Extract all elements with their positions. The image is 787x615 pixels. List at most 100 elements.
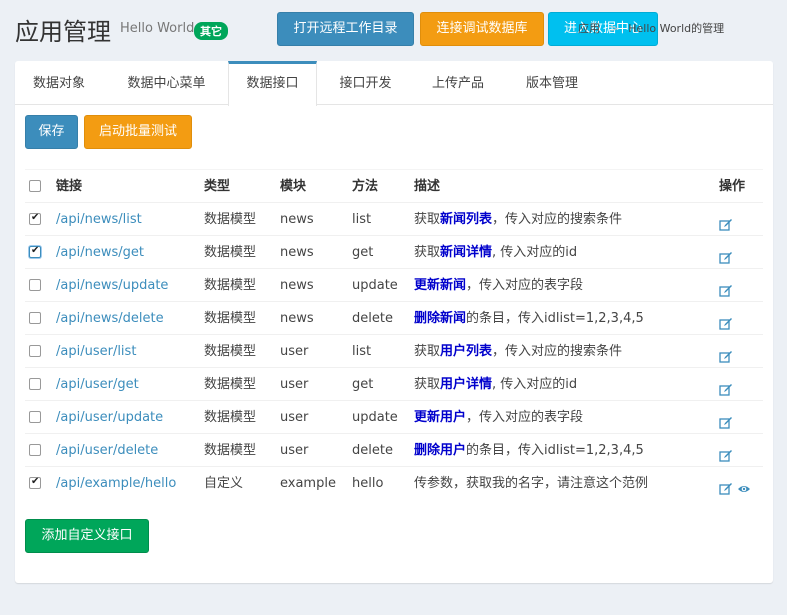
edit-icon[interactable] <box>719 443 733 462</box>
interface-method: get <box>352 377 374 392</box>
description-prefix: 获取 <box>414 212 441 227</box>
breadcrumb-current: Hello World的管理 <box>628 22 725 35</box>
description-suffix: ，传入对应的表字段 <box>466 278 584 293</box>
row-checkbox[interactable] <box>29 345 41 357</box>
description-prefix: 获取 <box>414 344 441 359</box>
interface-description: 获取新闻列表，传入对应的搜索条件 <box>414 203 622 236</box>
edit-icon[interactable] <box>719 377 733 396</box>
interface-link[interactable]: /api/user/get <box>56 368 139 401</box>
interface-link[interactable]: /api/user/delete <box>56 434 158 467</box>
interface-method: list <box>352 212 372 227</box>
description-emphasis: 删除新闻 <box>414 311 467 326</box>
description-emphasis: 更新用户 <box>414 410 467 425</box>
batch-test-button[interactable]: 启动批量测试 <box>84 115 192 149</box>
table-row: /api/user/update 数据模型 user update 更新用户，传入对应的… <box>25 400 763 433</box>
interface-type: 数据模型 <box>204 212 257 227</box>
column-header-type: 类型 <box>204 179 231 194</box>
interface-link[interactable]: /api/user/list <box>56 335 136 368</box>
table-row: /api/user/delete 数据模型 user delete 删除用户的条目，传入… <box>25 433 763 466</box>
interface-method: update <box>352 278 398 293</box>
tab-upload-product[interactable]: 上传产品 <box>413 61 503 105</box>
description-emphasis: 新闻详情 <box>440 245 493 260</box>
table-row: /api/news/delete 数据模型 news delete 删除新闻的条目，传入… <box>25 301 763 334</box>
interface-module: news <box>280 212 314 227</box>
eye-icon[interactable] <box>737 476 751 492</box>
table-header-row: 链接 类型 模块 方法 描述 操作 <box>25 169 763 202</box>
row-checkbox[interactable] <box>29 444 41 456</box>
interface-type: 数据模型 <box>204 410 257 425</box>
interface-method: update <box>352 410 398 425</box>
interface-description: 更新新闻，传入对应的表字段 <box>414 269 583 302</box>
breadcrumb: 应用 > Hello World的管理 <box>578 20 724 36</box>
edit-icon[interactable] <box>719 410 733 429</box>
row-checkbox[interactable] <box>29 279 41 291</box>
interface-link[interactable]: /api/news/update <box>56 269 168 302</box>
interface-module: example <box>280 476 336 491</box>
interface-link[interactable]: /api/news/get <box>56 236 144 269</box>
interface-link[interactable]: /api/example/hello <box>56 467 176 500</box>
interface-module: user <box>280 410 309 425</box>
table-row: /api/user/list 数据模型 user list 获取用户列表，传入对应的搜索… <box>25 334 763 367</box>
tab-data-center-menu[interactable]: 数据中心菜单 <box>108 61 225 105</box>
column-header-link: 链接 <box>56 179 83 194</box>
interface-description: 获取用户列表，传入对应的搜索条件 <box>414 335 622 368</box>
breadcrumb-home[interactable]: 应用 <box>578 22 600 35</box>
description-emphasis: 删除用户 <box>414 443 467 458</box>
row-checkbox[interactable] <box>29 312 41 324</box>
interface-link[interactable]: /api/news/list <box>56 203 142 236</box>
save-button[interactable]: 保存 <box>25 115 78 149</box>
tab-data-interface[interactable]: 数据接口 <box>228 61 317 106</box>
interface-type: 数据模型 <box>204 377 257 392</box>
interface-type: 数据模型 <box>204 278 257 293</box>
description-prefix: 传参数，获取我的名字，请注意这个范例 <box>414 476 649 491</box>
select-all-checkbox[interactable] <box>29 180 41 192</box>
breadcrumb-separator: > <box>609 22 619 35</box>
row-checkbox[interactable] <box>29 475 41 489</box>
interface-description: 传参数，获取我的名字，请注意这个范例 <box>414 467 648 500</box>
tab-bar: 数据对象 数据中心菜单 数据接口 接口开发 上传产品 版本管理 <box>15 61 773 106</box>
description-prefix: 获取 <box>414 245 441 260</box>
table-row: /api/news/update 数据模型 news update 更新新闻，传入对应的… <box>25 268 763 301</box>
interface-method: get <box>352 245 374 260</box>
description-prefix: 获取 <box>414 377 441 392</box>
description-emphasis: 更新新闻 <box>414 278 467 293</box>
interface-module: news <box>280 245 314 260</box>
category-badge: 其它 <box>194 22 228 40</box>
edit-icon[interactable] <box>719 344 733 363</box>
page-subtitle: Hello World <box>120 21 195 36</box>
row-checkbox[interactable] <box>29 378 41 390</box>
row-checkbox[interactable] <box>29 411 41 423</box>
interface-type: 数据模型 <box>204 245 257 260</box>
connect-debug-db-button[interactable]: 连接调试数据库 <box>420 12 544 46</box>
description-suffix: 的条目，传入idlist=1,2,3,4,5 <box>466 311 644 326</box>
interface-link[interactable]: /api/user/update <box>56 401 163 434</box>
interface-method: delete <box>352 443 393 458</box>
tab-interface-dev[interactable]: 接口开发 <box>321 61 410 105</box>
interface-type: 数据模型 <box>204 311 257 326</box>
tab-data-objects[interactable]: 数据对象 <box>15 61 103 105</box>
column-header-description: 描述 <box>414 179 441 194</box>
interface-module: user <box>280 443 309 458</box>
description-emphasis: 用户列表 <box>440 344 493 359</box>
interface-link[interactable]: /api/news/delete <box>56 302 164 335</box>
description-emphasis: 新闻列表 <box>440 212 493 227</box>
description-suffix: ，传入对应的搜索条件 <box>492 344 623 359</box>
description-suffix: ，传入对应的搜索条件 <box>492 212 623 227</box>
open-remote-dir-button[interactable]: 打开远程工作目录 <box>277 12 414 46</box>
interface-type: 数据模型 <box>204 344 257 359</box>
interface-description: 更新用户，传入对应的表字段 <box>414 401 583 434</box>
table-row: /api/example/hello 自定义 example hello 传参数，获取我… <box>25 466 763 499</box>
interface-method: hello <box>352 476 384 491</box>
tab-version-management[interactable]: 版本管理 <box>507 61 597 105</box>
edit-icon[interactable] <box>719 212 733 231</box>
interface-description: 获取新闻详情, 传入对应的id <box>414 236 577 269</box>
edit-icon[interactable] <box>719 311 733 330</box>
table-row: /api/news/list 数据模型 news list 获取新闻列表，传入对应的搜索… <box>25 202 763 235</box>
row-checkbox[interactable] <box>29 244 41 258</box>
edit-icon[interactable] <box>719 278 733 297</box>
row-checkbox[interactable] <box>29 211 41 225</box>
add-custom-interface-button[interactable]: 添加自定义接口 <box>25 519 149 553</box>
edit-icon[interactable] <box>719 245 733 264</box>
edit-icon[interactable] <box>719 476 733 495</box>
column-header-module: 模块 <box>280 179 307 194</box>
